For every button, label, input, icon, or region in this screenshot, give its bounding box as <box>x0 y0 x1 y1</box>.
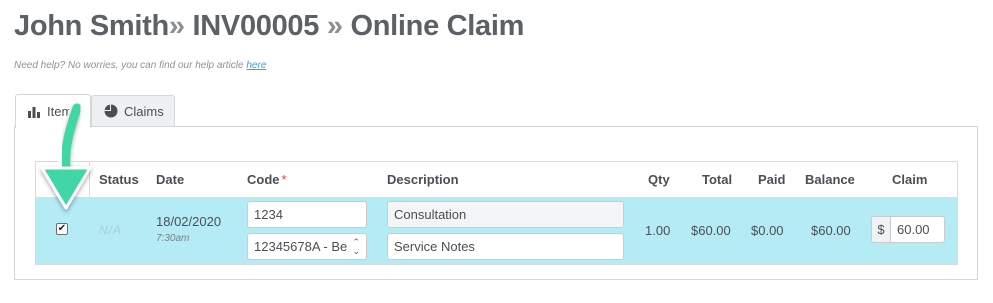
tab-claims[interactable]: Claims <box>91 95 175 126</box>
status-value: N/A <box>99 223 123 237</box>
time-value: 7:30am <box>156 233 190 244</box>
help-link[interactable]: here <box>246 60 266 71</box>
description-value: Consultation <box>394 207 467 222</box>
claim-amount-group: $ 60.00 <box>871 216 945 243</box>
help-message: Need help? No worries, you can find our … <box>14 60 244 71</box>
row-checkbox[interactable]: ✔ <box>56 223 68 235</box>
tab-label: Claims <box>124 103 164 119</box>
balance-value: $60.00 <box>811 223 851 238</box>
breadcrumb-separator: » <box>326 10 343 42</box>
code-select-value: 12345678A - Be <box>254 239 348 254</box>
total-value: $60.00 <box>691 223 731 238</box>
qty-value: 1.00 <box>645 223 671 238</box>
column-header-balance: Balance <box>805 172 855 187</box>
service-notes-input[interactable]: Service Notes <box>387 233 624 260</box>
code-input[interactable]: 1234 <box>247 201 367 228</box>
code-select[interactable]: 12345678A - Be ⌃ ⌄ <box>247 233 367 260</box>
column-header-code: Code * <box>247 172 287 187</box>
breadcrumb-separator: » <box>168 10 185 42</box>
column-header-code-label: Code <box>247 172 280 187</box>
claim-amount-input[interactable]: 60.00 <box>890 216 945 243</box>
column-header-paid: Paid <box>758 172 786 187</box>
column-header-qty: Qty <box>648 172 670 187</box>
date-value: 18/02/2020 <box>156 214 222 229</box>
column-header-total: Total <box>702 172 733 187</box>
breadcrumb-current: Online Claim <box>350 10 525 42</box>
page-title: John Smith» INV00005 » Online Claim <box>14 10 524 43</box>
pointer-arrow-icon <box>30 100 100 223</box>
paid-value: $0.00 <box>751 223 784 238</box>
description-input[interactable]: Consultation <box>387 201 624 228</box>
code-input-value: 1234 <box>254 207 283 222</box>
column-header-claim: Claim <box>892 172 928 187</box>
required-marker: * <box>281 172 287 187</box>
chevron-up-down-icon: ⌃ ⌄ <box>352 236 360 256</box>
pie-chart-icon <box>104 104 118 118</box>
column-header-status: Status <box>99 172 139 187</box>
column-header-date: Date <box>156 172 185 187</box>
breadcrumb-patient[interactable]: John Smith <box>14 10 169 42</box>
service-notes-placeholder: Service Notes <box>394 239 475 254</box>
breadcrumb-invoice[interactable]: INV00005 <box>193 10 320 42</box>
currency-addon: $ <box>871 216 890 243</box>
help-text: Need help? No worries, you can find our … <box>14 60 266 71</box>
column-header-description: Description <box>387 172 459 187</box>
